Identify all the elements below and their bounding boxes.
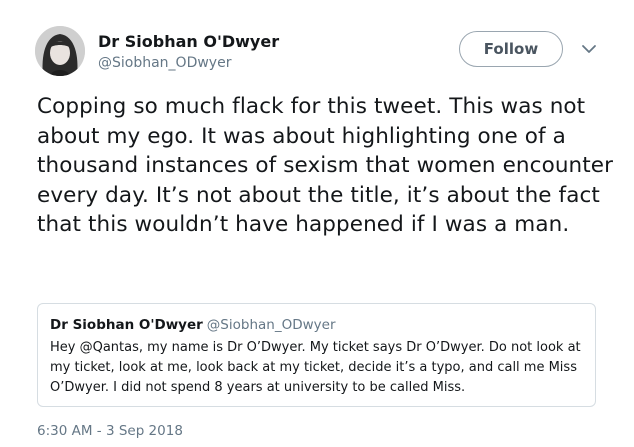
- chevron-down-icon[interactable]: [580, 40, 598, 58]
- avatar[interactable]: [35, 26, 85, 76]
- quoted-tweet-text: Hey @Qantas, my name is Dr O’Dwyer. My t…: [50, 340, 581, 395]
- author-handle[interactable]: @Siobhan_ODwyer: [98, 55, 231, 71]
- tweet-card: Dr Siobhan O'Dwyer @Siobhan_ODwyer Follo…: [0, 0, 634, 447]
- author-name[interactable]: Dr Siobhan O'Dwyer: [98, 32, 279, 51]
- tweet-timestamp[interactable]: 6:30 AM - 3 Sep 2018: [37, 423, 183, 439]
- follow-button[interactable]: Follow: [459, 31, 563, 67]
- quoted-tweet[interactable]: Dr Siobhan O'Dwyer @Siobhan_ODwyer Hey @Q…: [37, 303, 596, 407]
- quoted-tweet-header: Dr Siobhan O'Dwyer @Siobhan_ODwyer: [50, 317, 336, 333]
- quoted-author-handle: @Siobhan_ODwyer: [206, 317, 336, 333]
- tweet-text: Copping so much flack for this tweet. Th…: [37, 94, 614, 238]
- avatar-image: [35, 26, 85, 76]
- quoted-author-name: Dr Siobhan O'Dwyer: [50, 317, 203, 333]
